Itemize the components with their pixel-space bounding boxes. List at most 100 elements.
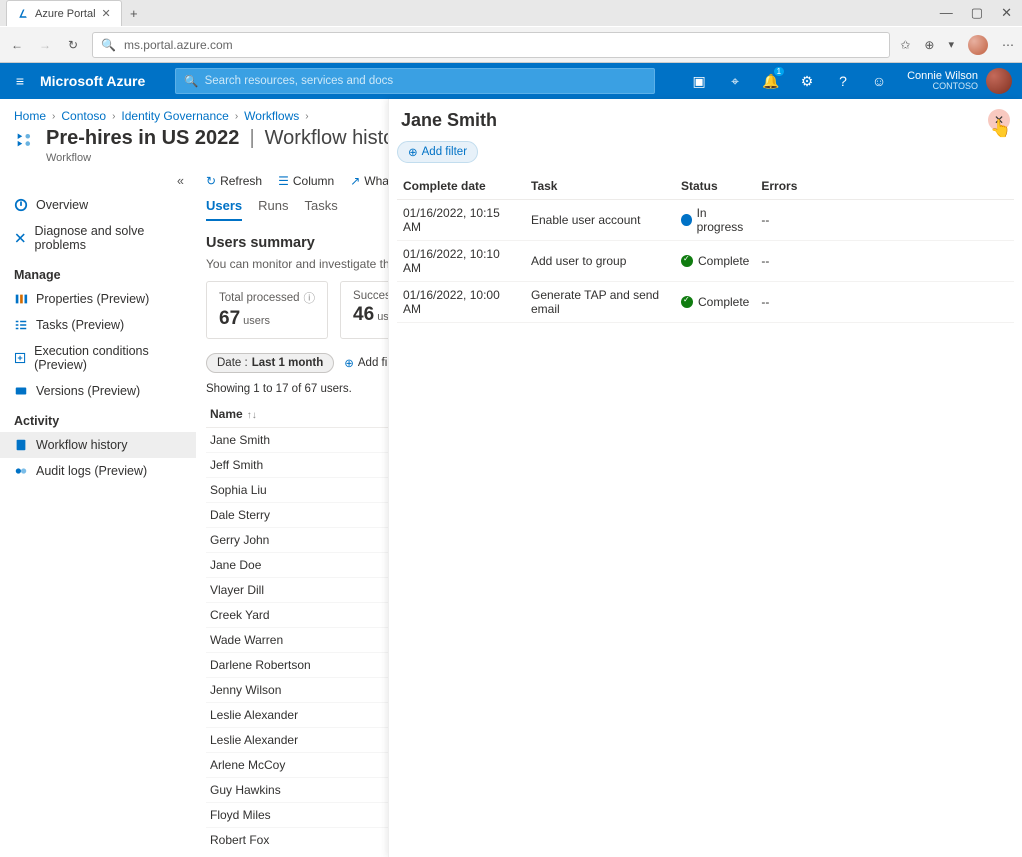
tab-users[interactable]: Users: [206, 198, 242, 221]
close-pane-button[interactable]: ✕ 👆: [988, 109, 1010, 131]
notifications-icon[interactable]: 🔔1: [753, 63, 789, 99]
new-tab-button[interactable]: +: [122, 6, 146, 21]
cloud-shell-icon[interactable]: ▣: [681, 63, 717, 99]
search-placeholder: Search resources, services and docs: [205, 75, 394, 87]
directory-filter-icon[interactable]: ⌖: [717, 63, 753, 99]
nav-label: Properties (Preview): [36, 292, 149, 306]
tenant-name: CONTOSO: [907, 82, 978, 92]
col-status[interactable]: Status: [675, 173, 755, 200]
help-icon[interactable]: ?: [825, 63, 861, 99]
left-nav: « Overview Diagnose and solve problems M…: [0, 164, 196, 852]
collections-icon[interactable]: ⊕: [924, 38, 934, 52]
tab-close-icon[interactable]: ✕: [102, 7, 111, 20]
breadcrumb-item[interactable]: Identity Governance: [121, 109, 228, 123]
status-icon: [681, 296, 693, 308]
detail-add-filter-button[interactable]: ⊕ Add filter: [397, 141, 478, 163]
properties-icon: [14, 292, 28, 306]
versions-icon: [14, 384, 28, 398]
date-filter-chip[interactable]: Date : Last 1 month: [206, 353, 334, 373]
cell-errors: --: [755, 200, 1014, 241]
global-search-input[interactable]: 🔍 Search resources, services and docs: [175, 68, 655, 94]
azure-brand[interactable]: Microsoft Azure: [40, 73, 175, 89]
cell-date: 01/16/2022, 10:10 AM: [397, 241, 525, 282]
columns-icon: ☰: [278, 174, 289, 188]
favorite-icon[interactable]: ✩: [900, 38, 910, 52]
nav-section-manage: Manage: [0, 258, 196, 286]
page-title: Pre-hires in US 2022: [46, 127, 239, 150]
column-button[interactable]: ☰Column: [278, 174, 334, 188]
account-menu[interactable]: Connie Wilson CONTOSO: [897, 68, 1022, 94]
window-maximize-icon[interactable]: ▢: [971, 5, 983, 21]
cell-task: Enable user account: [525, 200, 675, 241]
refresh-button[interactable]: ↻Refresh: [206, 174, 262, 188]
status-icon: [681, 255, 693, 267]
search-icon: 🔍: [184, 74, 198, 88]
col-complete-date[interactable]: Complete date: [397, 173, 525, 200]
cell-errors: --: [755, 282, 1014, 323]
add-filter-button[interactable]: ⊕ Add filt: [344, 356, 393, 370]
col-task[interactable]: Task: [525, 173, 675, 200]
chevron-right-icon: ›: [305, 111, 308, 122]
browser-tab-bar: Azure Portal ✕ + — ▢ ✕: [0, 0, 1022, 26]
settings-icon[interactable]: ⚙: [789, 63, 825, 99]
browser-address-bar: ← → ↻ 🔍 ms.portal.azure.com ✩ ⊕ ▾ ⋯: [0, 26, 1022, 62]
nav-workflow-history[interactable]: Workflow history: [0, 432, 196, 458]
cell-status: In progress: [675, 200, 755, 241]
azure-top-bar: ≡ Microsoft Azure 🔍 Search resources, se…: [0, 63, 1022, 99]
audit-icon: [14, 464, 28, 478]
chevron-right-icon: ›: [52, 111, 55, 122]
cell-date: 01/16/2022, 10:00 AM: [397, 282, 525, 323]
tab-runs[interactable]: Runs: [258, 198, 288, 221]
nav-label: Diagnose and solve problems: [35, 224, 182, 252]
tasks-icon: [14, 318, 28, 332]
table-row[interactable]: 01/16/2022, 10:10 AMAdd user to groupCom…: [397, 241, 1014, 282]
table-row[interactable]: 01/16/2022, 10:15 AMEnable user accountI…: [397, 200, 1014, 241]
nav-exec-conditions[interactable]: Execution conditions (Preview): [0, 338, 196, 378]
refresh-icon: ↻: [206, 174, 216, 188]
history-icon: [14, 438, 28, 452]
cell-task: Generate TAP and send email: [525, 282, 675, 323]
window-close-icon[interactable]: ✕: [1001, 5, 1012, 21]
nav-diagnose[interactable]: Diagnose and solve problems: [0, 218, 196, 258]
status-icon: [681, 214, 692, 226]
nav-label: Execution conditions (Preview): [34, 344, 182, 372]
nav-tasks[interactable]: Tasks (Preview): [0, 312, 196, 338]
search-icon: 🔍: [101, 38, 116, 52]
portal-menu-button[interactable]: ≡: [0, 73, 40, 89]
nav-properties[interactable]: Properties (Preview): [0, 286, 196, 312]
tasks-table: Complete date Task Status Errors 01/16/2…: [397, 173, 1014, 323]
breadcrumb-item[interactable]: Contoso: [61, 109, 106, 123]
url-input[interactable]: 🔍 ms.portal.azure.com: [92, 32, 890, 58]
whats-new-button[interactable]: ↗What: [350, 174, 392, 188]
chevron-right-icon: ›: [235, 111, 238, 122]
browser-chrome: Azure Portal ✕ + — ▢ ✕ ← → ↻ 🔍 ms.portal…: [0, 0, 1022, 63]
col-errors[interactable]: Errors: [755, 173, 1014, 200]
card-unit: users: [243, 315, 270, 327]
workflow-icon: [14, 128, 36, 150]
nav-overview[interactable]: Overview: [0, 192, 196, 218]
nav-audit-logs[interactable]: Audit logs (Preview): [0, 458, 196, 484]
breadcrumb-item[interactable]: Home: [14, 109, 46, 123]
nav-versions[interactable]: Versions (Preview): [0, 378, 196, 404]
nav-refresh-button[interactable]: ↻: [64, 36, 82, 54]
breadcrumb-item[interactable]: Workflows: [244, 109, 299, 123]
browser-menu-icon[interactable]: ⋯: [1002, 38, 1014, 52]
nav-back-button[interactable]: ←: [8, 36, 26, 54]
window-minimize-icon[interactable]: —: [940, 5, 953, 21]
reading-icon[interactable]: ▾: [948, 38, 954, 51]
collapse-nav-button[interactable]: «: [0, 170, 196, 192]
nav-forward-button: →: [36, 36, 54, 54]
overview-icon: [14, 198, 28, 212]
tab-tasks[interactable]: Tasks: [305, 198, 338, 221]
card-value: 67: [219, 308, 240, 329]
browser-profile-avatar[interactable]: [968, 35, 988, 55]
table-row[interactable]: 01/16/2022, 10:00 AMGenerate TAP and sen…: [397, 282, 1014, 323]
browser-tab[interactable]: Azure Portal ✕: [6, 0, 122, 26]
cell-errors: --: [755, 241, 1014, 282]
window-controls: — ▢ ✕: [940, 5, 1022, 21]
sort-icon: ↑↓: [247, 410, 257, 421]
feedback-icon[interactable]: ☺: [861, 63, 897, 99]
nav-section-activity: Activity: [0, 404, 196, 432]
cell-date: 01/16/2022, 10:15 AM: [397, 200, 525, 241]
info-icon[interactable]: ⓘ: [304, 290, 316, 306]
